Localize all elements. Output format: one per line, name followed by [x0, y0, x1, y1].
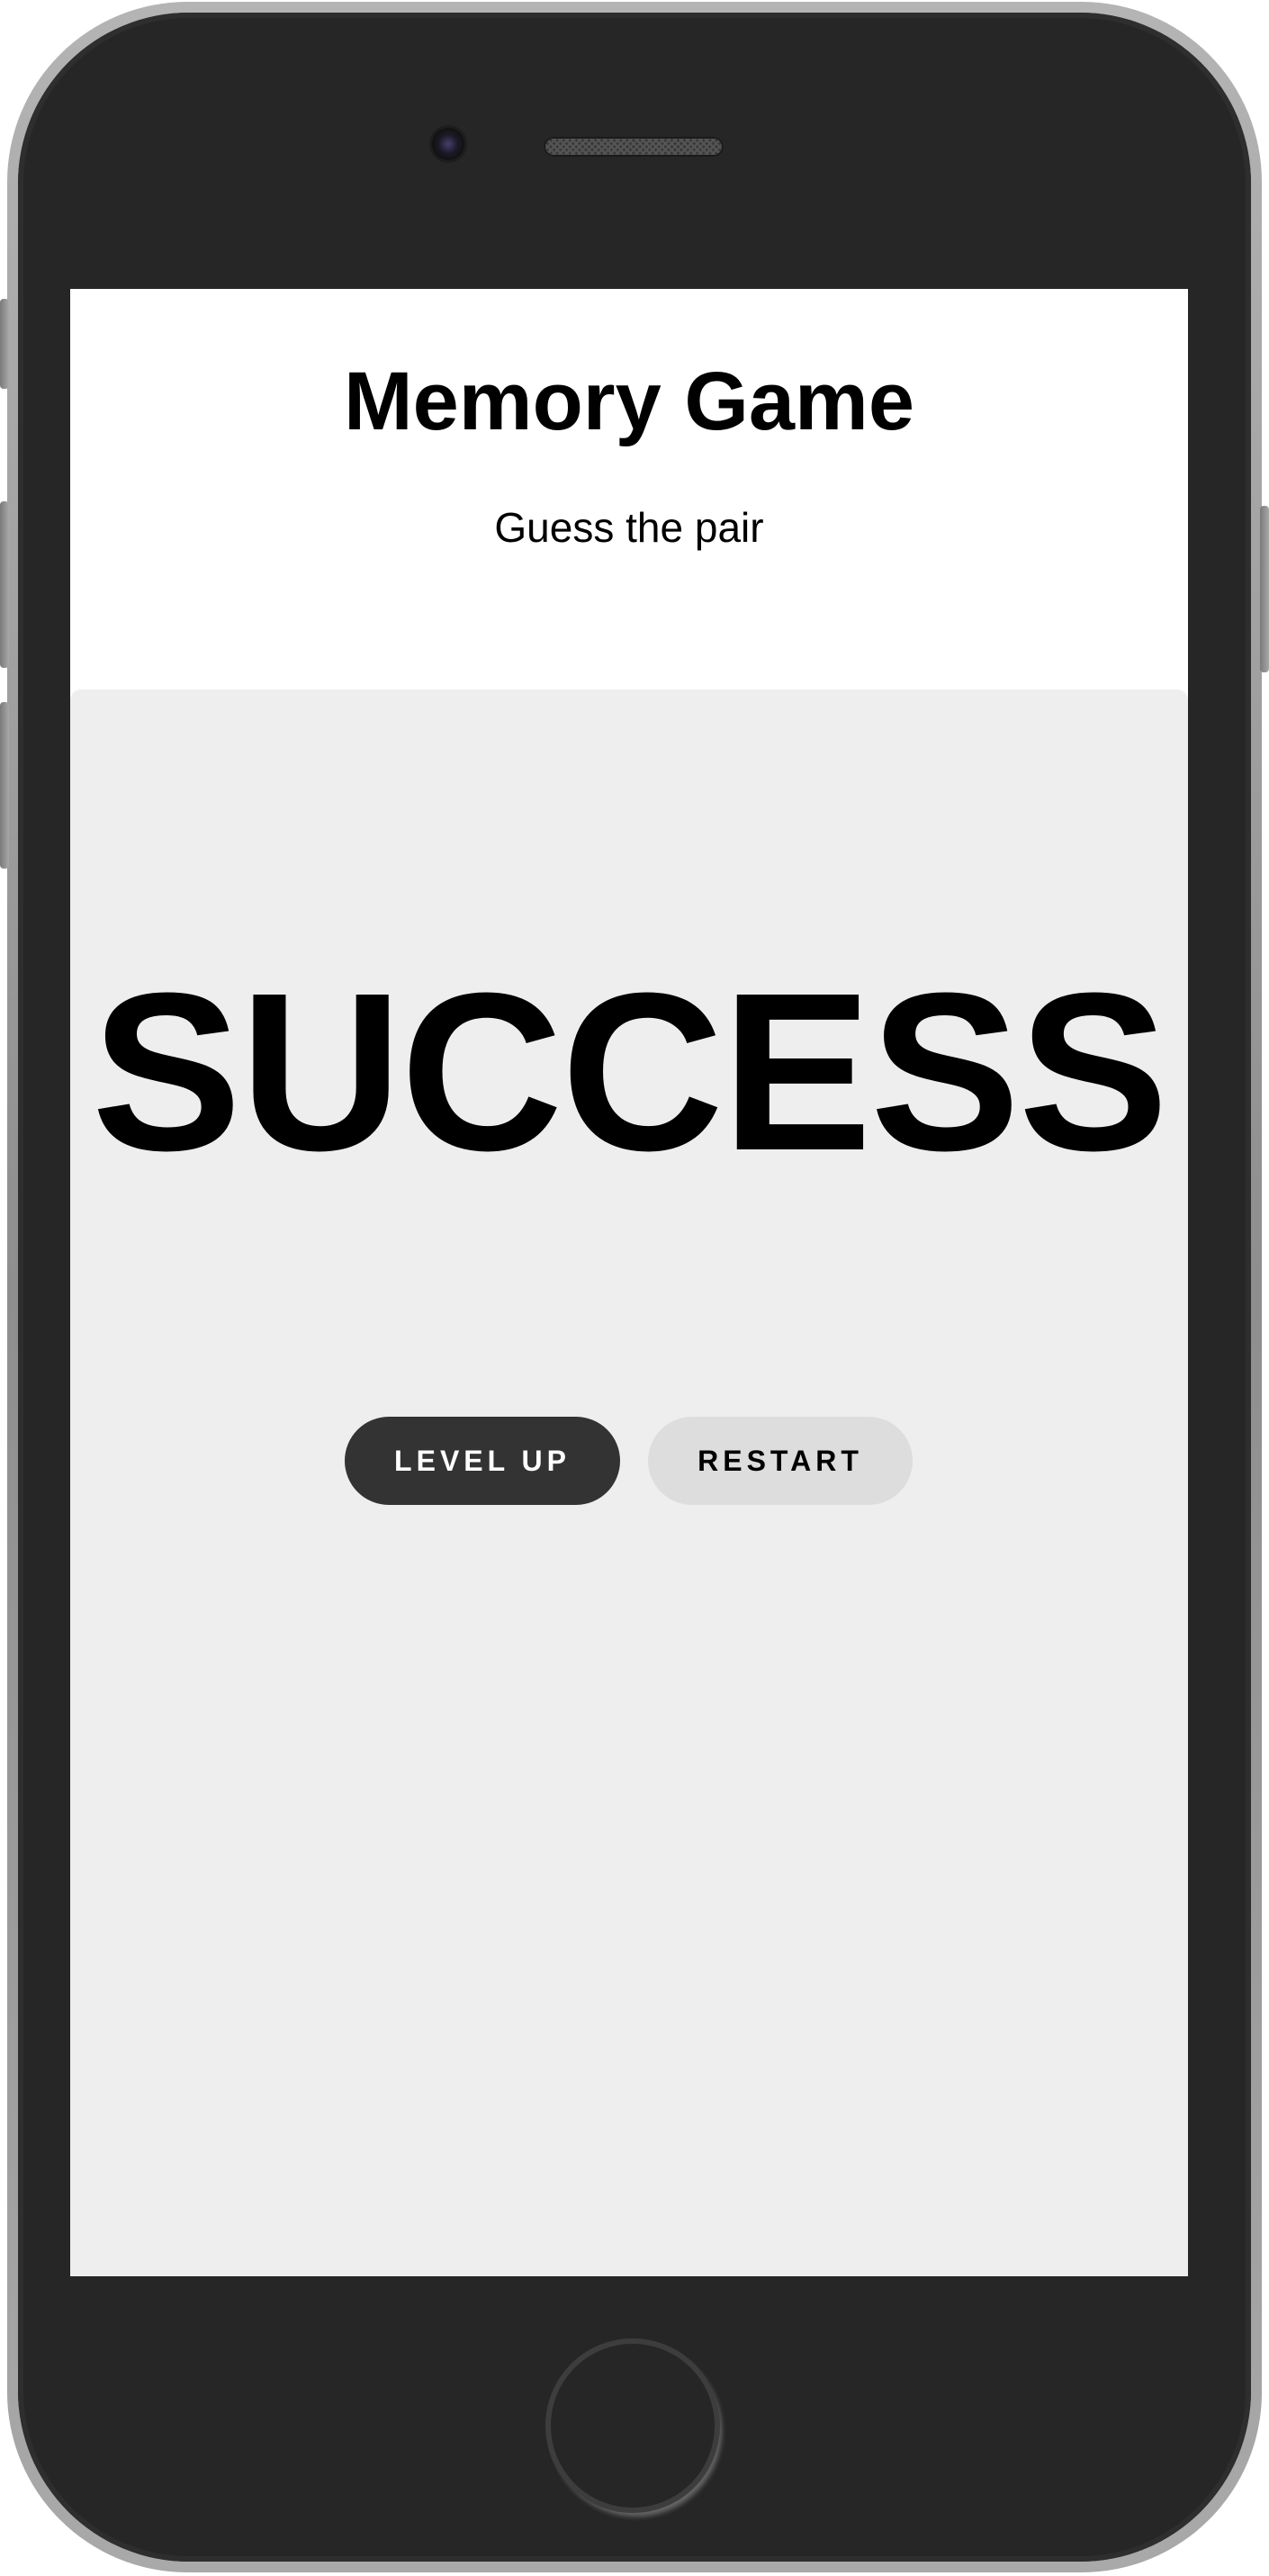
success-message: SUCCESS [91, 946, 1169, 1197]
home-button-icon[interactable] [545, 2338, 720, 2513]
page-title: Memory Game [343, 356, 915, 447]
result-banner: SUCCESS [70, 959, 1188, 1184]
mute-switch [0, 299, 9, 389]
app-screen: Memory Game Guess the pair SUCCESS LEVEL… [70, 289, 1188, 2276]
front-camera-icon [432, 128, 464, 160]
page-subtitle: Guess the pair [494, 504, 764, 551]
level-up-button[interactable]: LEVEL UP [345, 1417, 620, 1505]
volume-down-button [0, 702, 9, 869]
app-header: Memory Game Guess the pair [70, 289, 1188, 689]
power-button [1260, 506, 1269, 672]
volume-up-button [0, 501, 9, 668]
game-board: SUCCESS LEVEL UP RESTART [70, 689, 1188, 2276]
restart-button[interactable]: RESTART [648, 1417, 913, 1505]
earpiece-speaker-icon [544, 137, 724, 157]
